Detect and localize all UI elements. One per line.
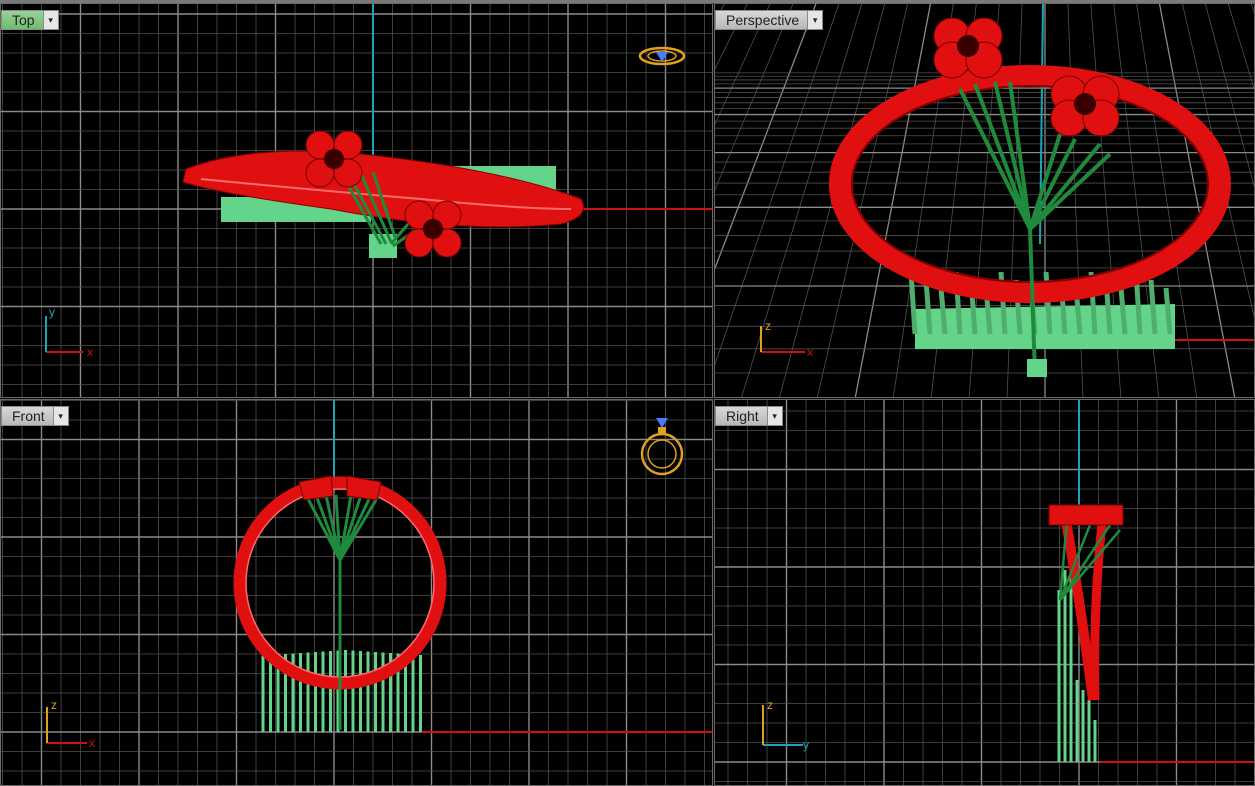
grid-line	[715, 4, 742, 398]
axis-label-h: x	[87, 345, 93, 359]
viewport-tab-top[interactable]: Top ▾	[1, 10, 59, 30]
viewport-title: Top	[12, 12, 35, 28]
ring-top-icon[interactable]	[638, 46, 686, 66]
grid-line	[715, 4, 785, 398]
grid	[1, 400, 712, 785]
grid-line	[715, 4, 756, 398]
axis-label-v: y	[49, 305, 55, 319]
perspective-scene: x z	[715, 4, 1255, 398]
viewport-title: Front	[12, 408, 45, 424]
axis-label-h: x	[807, 345, 813, 359]
viewport-title: Perspective	[726, 12, 800, 28]
flower	[298, 475, 334, 501]
grid-line	[715, 4, 828, 398]
flower	[346, 475, 382, 501]
axis-label-v: z	[51, 698, 57, 712]
flower	[1050, 75, 1120, 137]
grid-line	[1247, 4, 1255, 398]
grid	[715, 400, 1254, 785]
top-scene: x y	[1, 4, 712, 397]
chevron-down-icon[interactable]: ▾	[42, 11, 58, 29]
grid-line	[715, 4, 840, 366]
chevron-down-icon[interactable]: ▾	[766, 407, 782, 425]
axis-label-h: y	[803, 738, 809, 752]
flower	[933, 17, 1003, 79]
ring-front-icon[interactable]	[640, 418, 684, 476]
viewport-title: Right	[726, 408, 759, 424]
support-base	[1027, 359, 1047, 377]
grid-line	[1233, 4, 1255, 398]
chevron-down-icon[interactable]: ▾	[807, 11, 823, 29]
grid-line	[715, 4, 727, 398]
viewport-top[interactable]: x y Top ▾	[0, 3, 713, 398]
grid-line	[715, 4, 800, 398]
flower	[1048, 504, 1124, 526]
axis-label-h: x	[89, 736, 95, 750]
viewport-tab-front[interactable]: Front ▾	[1, 406, 69, 426]
viewport-front[interactable]: x z Front ▾	[0, 399, 713, 786]
viewport-tab-right[interactable]: Right ▾	[715, 406, 783, 426]
viewport-tab-perspective[interactable]: Perspective ▾	[715, 10, 824, 30]
viewport-right[interactable]: y z Right ▾	[714, 399, 1255, 786]
chevron-down-icon[interactable]: ▾	[52, 407, 68, 425]
right-scene: y z	[715, 400, 1254, 785]
axis-label-v: z	[767, 698, 773, 712]
front-scene: x z	[1, 400, 712, 785]
viewport-perspective[interactable]: x z Perspective ▾	[714, 3, 1255, 398]
grid-line	[715, 4, 725, 23]
grid-line	[715, 4, 814, 398]
axis-label-v: z	[765, 319, 771, 333]
